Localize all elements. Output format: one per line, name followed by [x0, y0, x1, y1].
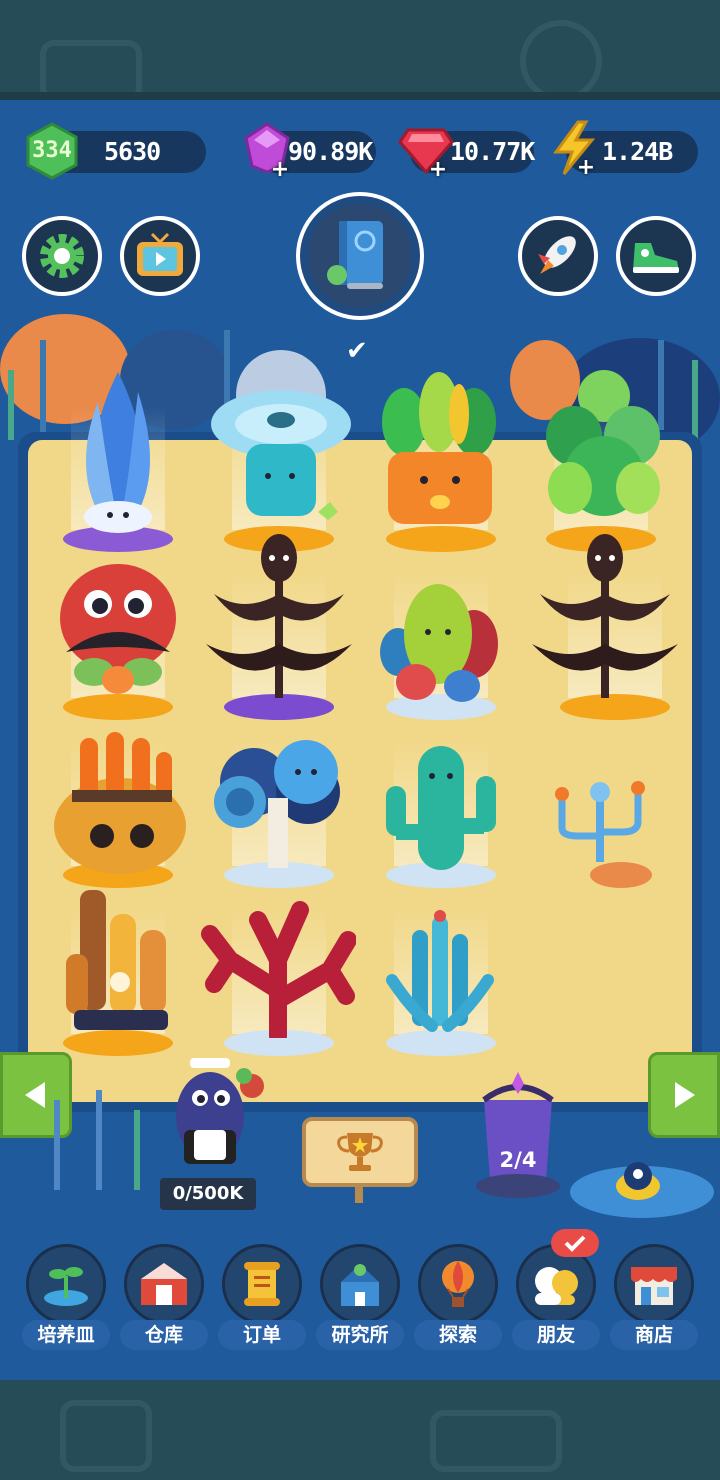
dark-branch-plant[interactable] — [530, 534, 680, 702]
shop-icon — [631, 1267, 677, 1305]
green-bean-cluster-plant[interactable] — [540, 366, 670, 534]
tv-icon — [137, 232, 183, 276]
add-energy-icon[interactable]: + — [576, 157, 596, 179]
nav-label: 研究所 — [316, 1320, 404, 1350]
balloon-icon — [442, 1261, 474, 1307]
blue-puff-tree-plant[interactable] — [210, 738, 350, 876]
nav-label: 探索 — [414, 1320, 502, 1350]
level-number: 334 — [32, 138, 72, 163]
red-gem-count: 10.77K — [450, 137, 535, 166]
crystal-portal[interactable] — [470, 1070, 566, 1202]
book-check-icon: ✔ — [346, 336, 368, 366]
orange-leafy-plant[interactable] — [364, 372, 514, 534]
settings-button[interactable] — [22, 216, 102, 296]
nav-label: 订单 — [218, 1320, 306, 1350]
next-page-button[interactable] — [648, 1052, 720, 1138]
trophy-icon — [337, 1133, 383, 1171]
trophy-sign-post — [355, 1185, 363, 1203]
rocket-icon — [538, 236, 576, 274]
sneaker-button[interactable] — [616, 216, 696, 296]
nav-explore[interactable]: 探索 — [414, 1244, 502, 1352]
dark-branch-plant[interactable] — [204, 534, 354, 702]
golden-coral-plant[interactable] — [60, 890, 178, 1040]
nav-friends[interactable]: 朋友 — [512, 1244, 600, 1352]
leaf-count: 5630 — [104, 137, 161, 166]
nav-label: 仓库 — [120, 1320, 208, 1350]
top-backdrop — [0, 0, 720, 102]
check-icon — [564, 1235, 586, 1252]
add-red-gem-icon[interactable]: + — [428, 159, 448, 181]
nav-orders[interactable]: 订单 — [218, 1244, 306, 1352]
nav-shop[interactable]: 商店 — [610, 1244, 698, 1352]
orange-coral-pumpkin-plant[interactable] — [50, 728, 190, 874]
bottom-backdrop — [0, 1380, 720, 1480]
turbine-flower-plant[interactable] — [206, 384, 356, 534]
plant-book-button[interactable] — [296, 192, 424, 320]
gear-icon — [40, 234, 84, 278]
lab-icon — [341, 1264, 379, 1306]
red-mustache-plant[interactable] — [58, 562, 178, 702]
trophy-button[interactable] — [302, 1117, 418, 1187]
energy-count: 1.24B — [602, 137, 673, 166]
blue-flame-plant[interactable] — [68, 362, 168, 538]
green-cactus-cluster-plant[interactable] — [378, 582, 502, 708]
sneaker-icon — [633, 243, 679, 273]
nav-label: 培养皿 — [22, 1320, 110, 1350]
nav-label: 商店 — [610, 1320, 698, 1350]
friends-icon — [535, 1267, 578, 1305]
nav-label: 朋友 — [512, 1320, 600, 1350]
video-ad-button[interactable] — [120, 216, 200, 296]
candelabra-sprout-plant[interactable] — [548, 776, 652, 872]
scroll-icon — [244, 1262, 280, 1306]
seaweed-decoration — [40, 1080, 150, 1190]
nav-warehouse[interactable]: 仓库 — [120, 1244, 208, 1352]
level-badge: 334 — [24, 122, 80, 180]
purple-gem-count: 90.89K — [288, 137, 373, 166]
portal-progress: 2/4 — [499, 1148, 537, 1172]
add-purple-gem-icon[interactable]: + — [270, 159, 290, 181]
visitor-progress: 0/500K — [160, 1178, 256, 1210]
teal-cactus-plant[interactable] — [382, 746, 498, 874]
blue-anemone-plant[interactable] — [382, 910, 498, 1038]
arrow-right-icon — [675, 1082, 695, 1108]
maid-monster-character[interactable] — [170, 1046, 270, 1178]
barn-icon — [141, 1263, 187, 1305]
red-coral-plant[interactable] — [200, 900, 356, 1038]
rocket-boost-button[interactable] — [518, 216, 598, 296]
sprout-icon — [44, 1267, 88, 1306]
book-icon — [327, 221, 383, 289]
friends-notification-badge — [551, 1229, 599, 1257]
nav-petri-dish[interactable]: 培养皿 — [22, 1244, 110, 1352]
nav-laboratory[interactable]: 研究所 — [316, 1244, 404, 1352]
pond-with-duck[interactable] — [566, 1150, 716, 1226]
